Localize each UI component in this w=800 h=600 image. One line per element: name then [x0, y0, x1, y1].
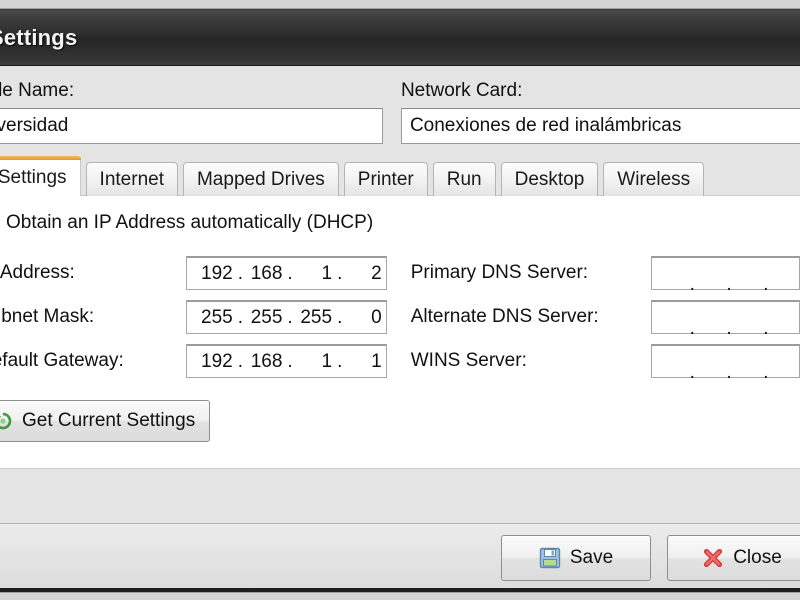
- title-bar: Settings: [0, 10, 800, 66]
- dhcp-checkbox-row[interactable]: Obtain an IP Address automatically (DHCP…: [0, 212, 800, 234]
- red-x-icon: [702, 547, 724, 569]
- ip-settings-panel: Obtain an IP Address automatically (DHCP…: [0, 195, 800, 469]
- octet-2[interactable]: 168: [237, 351, 287, 373]
- octet-4[interactable]: 1: [336, 351, 386, 373]
- tab-label: Mapped Drives: [196, 168, 325, 190]
- alternate-dns-input[interactable]: [650, 300, 800, 340]
- dhcp-checkbox-label: Obtain an IP Address automatically (DHCP…: [6, 212, 374, 233]
- octet-1[interactable]: 192: [187, 263, 237, 285]
- network-card-group: Network Card: Conexiones de red inalámbr…: [400, 80, 800, 144]
- primary-dns-row: Primary DNS Server:: [410, 256, 800, 296]
- alternate-dns-row: Alternate DNS Server:: [410, 300, 800, 340]
- tab-label: Printer: [357, 168, 414, 190]
- octet-4[interactable]: 2: [336, 263, 386, 285]
- settings-window: Settings Profile Name: Universidad Netwo…: [0, 9, 800, 592]
- wins-server-input[interactable]: [650, 344, 800, 384]
- refresh-green-icon: [0, 411, 13, 431]
- footer-bar: Save Close: [0, 523, 800, 592]
- tab-run[interactable]: Run: [432, 162, 496, 196]
- subnet-mask-row: Subnet Mask: 255 255 255 0: [0, 300, 387, 334]
- profile-name-group: Profile Name: Universidad: [0, 80, 383, 144]
- dialog-body: Profile Name: Universidad Network Card: …: [0, 66, 800, 523]
- alternate-dns-label: Alternate DNS Server:: [410, 306, 599, 327]
- subnet-mask-label: Subnet Mask:: [0, 306, 95, 327]
- tab-ip-settings[interactable]: IP Settings: [0, 156, 81, 196]
- primary-dns-input[interactable]: [650, 256, 800, 296]
- network-card-input[interactable]: Conexiones de red inalámbricas: [400, 108, 800, 144]
- tab-label: Run: [446, 168, 482, 190]
- ip-fields-grid: IP Address: 192 168 1 2 Subnet Mask: 255…: [0, 256, 800, 384]
- octet-3[interactable]: 255: [286, 307, 336, 329]
- save-label: Save: [569, 546, 614, 568]
- profile-name-label: Profile Name:: [0, 80, 75, 101]
- close-button[interactable]: Close: [667, 534, 800, 581]
- tab-label: IP Settings: [0, 166, 67, 188]
- tab-label: Wireless: [617, 168, 691, 190]
- wins-server-row: WINS Server:: [410, 344, 800, 384]
- tab-desktop[interactable]: Desktop: [500, 162, 599, 196]
- octet-2[interactable]: 168: [237, 263, 287, 285]
- get-current-settings-wrap: Get Current Settings: [0, 400, 800, 442]
- get-current-settings-button[interactable]: Get Current Settings: [0, 400, 211, 442]
- tab-label: Desktop: [514, 168, 585, 190]
- ip-fields-right-column: Primary DNS Server: Alternate DNS Server…: [410, 256, 800, 384]
- profile-name-input[interactable]: Universidad: [0, 108, 383, 144]
- network-card-label: Network Card:: [400, 80, 523, 101]
- floppy-disk-icon: [539, 547, 561, 569]
- subnet-mask-input[interactable]: 255 255 255 0: [186, 300, 387, 334]
- ip-address-row: IP Address: 192 168 1 2: [0, 256, 387, 290]
- default-gateway-input[interactable]: 192 168 1 1: [186, 344, 387, 378]
- octet-1[interactable]: 192: [187, 351, 237, 373]
- get-current-settings-label: Get Current Settings: [22, 410, 196, 431]
- primary-dns-label: Primary DNS Server:: [410, 262, 589, 283]
- ip-address-label: IP Address:: [0, 262, 75, 283]
- ip-address-input[interactable]: 192 168 1 2: [186, 256, 387, 290]
- window-title: Settings: [0, 24, 78, 50]
- tab-label: Internet: [99, 168, 164, 190]
- octet-2[interactable]: 255: [237, 307, 287, 329]
- wins-server-label: WINS Server:: [410, 350, 527, 371]
- default-gateway-label: Default Gateway:: [0, 350, 124, 371]
- tab-wireless[interactable]: Wireless: [603, 162, 705, 196]
- tab-printer[interactable]: Printer: [343, 162, 428, 196]
- default-gateway-row: Default Gateway: 192 168 1 1: [0, 344, 387, 378]
- tab-internet[interactable]: Internet: [85, 162, 178, 196]
- octet-4[interactable]: 0: [336, 307, 386, 329]
- octet-3[interactable]: 1: [286, 263, 336, 285]
- tab-strip: IP Settings Internet Mapped Drives Print…: [0, 156, 800, 196]
- octet-1[interactable]: 255: [187, 307, 237, 329]
- ip-fields-left-column: IP Address: 192 168 1 2 Subnet Mask: 255…: [0, 256, 387, 378]
- save-button[interactable]: Save: [501, 534, 651, 581]
- top-fields-row: Profile Name: Universidad Network Card: …: [0, 80, 800, 144]
- close-label: Close: [733, 546, 782, 568]
- octet-3[interactable]: 1: [286, 351, 336, 373]
- tab-mapped-drives[interactable]: Mapped Drives: [182, 162, 339, 196]
